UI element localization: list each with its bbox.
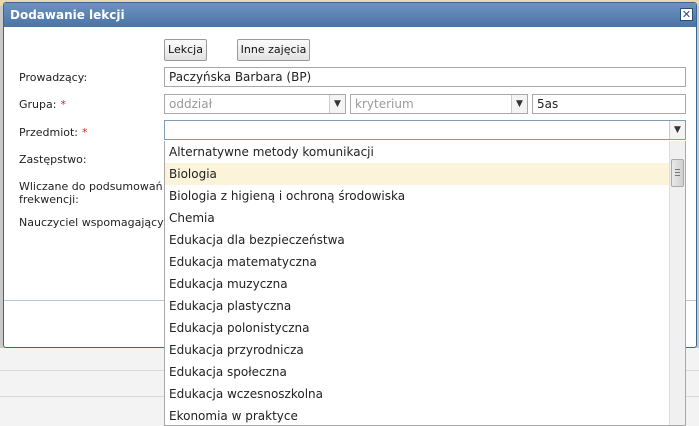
dropdown-scrollbar[interactable] <box>669 141 685 425</box>
subject-option[interactable]: Alternatywne metody komunikacji <box>165 141 685 163</box>
substitution-label: Zastępstwo: <box>19 153 87 166</box>
subject-option[interactable]: Edukacja dla bezpieczeństwa <box>165 229 685 251</box>
attendance-label-line2: frekwencji: <box>19 193 79 206</box>
class-select-placeholder: oddział <box>169 97 212 111</box>
teacher-field[interactable]: Paczyńska Barbara (BP) <box>164 67 686 87</box>
assistant-teacher-label: Nauczyciel wspomagający: <box>19 216 167 229</box>
chevron-down-icon[interactable]: ▼ <box>511 95 527 113</box>
subject-option[interactable]: Biologia z higieną i ochroną środowiska <box>165 185 685 207</box>
required-mark: * <box>60 98 66 111</box>
group-label: Grupa: * <box>19 98 66 111</box>
lesson-button[interactable]: Lekcja <box>164 39 207 61</box>
group-name-field[interactable]: 5as <box>532 94 686 114</box>
subject-options: Alternatywne metody komunikacji Biologia B… <box>165 141 685 425</box>
attendance-label-line1: Wliczane do podsumowań <box>19 180 163 193</box>
other-activities-button[interactable]: Inne zajęcia <box>237 39 310 61</box>
teacher-label: Prowadzący: <box>19 71 88 84</box>
subject-label: Przedmiot: * <box>19 126 88 139</box>
criterion-select-placeholder: kryterium <box>355 97 414 111</box>
subject-option[interactable]: Edukacja plastyczna <box>165 295 685 317</box>
subject-dropdown-list[interactable]: Alternatywne metody komunikacji Biologia B… <box>164 141 686 426</box>
subject-option[interactable]: Edukacja matematyczna <box>165 251 685 273</box>
group-name-value: 5as <box>537 97 559 111</box>
dialog-title: Dodawanie lekcji <box>10 8 125 22</box>
subject-option[interactable]: Edukacja społeczna <box>165 361 685 383</box>
subject-option[interactable]: Edukacja przyrodnicza <box>165 339 685 361</box>
subject-option[interactable]: Ekonomia w praktyce <box>165 405 685 425</box>
subject-option[interactable]: Edukacja polonistyczna <box>165 317 685 339</box>
criterion-select[interactable]: kryterium ▼ <box>350 94 528 114</box>
close-icon[interactable]: ✕ <box>680 8 693 21</box>
subject-option[interactable]: Chemia <box>165 207 685 229</box>
subject-option[interactable]: Edukacja wczesnoszkolna <box>165 383 685 405</box>
subject-option[interactable]: Edukacja muzyczna <box>165 273 685 295</box>
subject-select[interactable]: ▼ <box>164 120 686 140</box>
scrollbar-thumb[interactable] <box>671 159 684 187</box>
teacher-value: Paczyńska Barbara (BP) <box>169 70 312 84</box>
required-mark: * <box>82 126 88 139</box>
chevron-down-icon[interactable]: ▼ <box>329 95 345 113</box>
class-select[interactable]: oddział ▼ <box>164 94 346 114</box>
dialog-titlebar: Dodawanie lekcji <box>4 3 696 27</box>
chevron-down-icon[interactable]: ▼ <box>669 121 685 139</box>
subject-option[interactable]: Biologia <box>165 163 685 185</box>
